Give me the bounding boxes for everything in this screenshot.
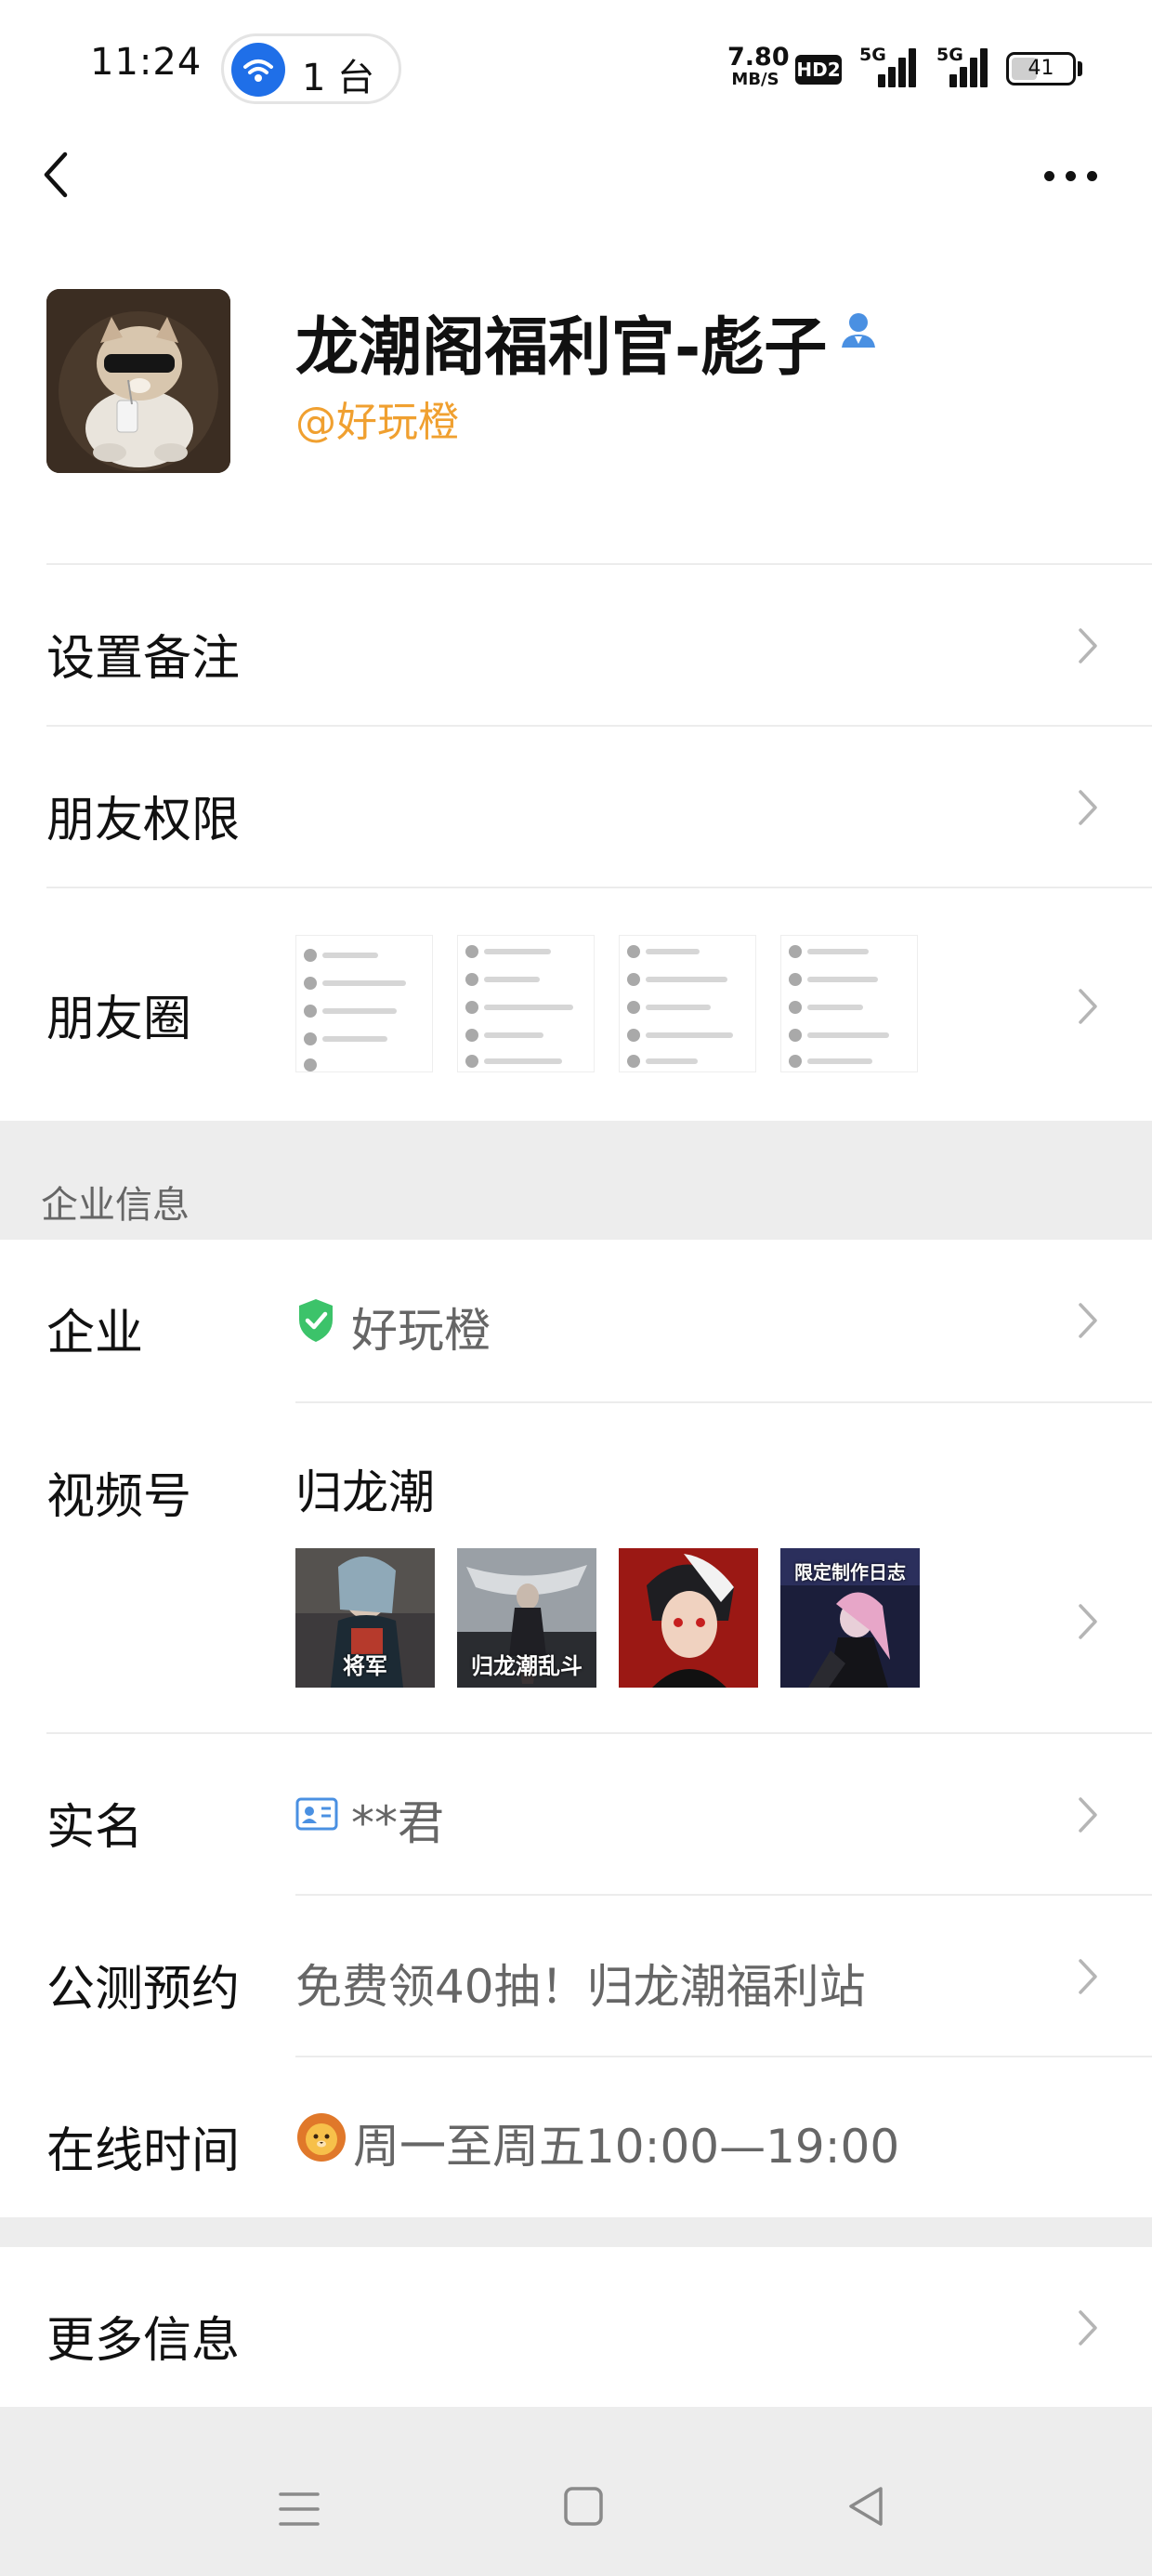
realname-label: 实名	[46, 1800, 144, 1856]
friend-permissions-label: 朋友权限	[46, 793, 241, 848]
moments-row[interactable]: 朋友圈	[0, 888, 1152, 1121]
channel-video-thumbnail[interactable]: 归龙潮乱斗	[457, 1548, 596, 1688]
lion-emoji-icon	[297, 2113, 346, 2162]
chevron-right-icon	[1079, 1959, 1097, 1994]
hotspot-count: 1 台	[302, 57, 375, 99]
more-options-button[interactable]	[1039, 156, 1104, 193]
channel-video-thumbnail[interactable]: 限定制作日志	[780, 1548, 920, 1688]
net-speed-value: 7.80	[727, 43, 790, 72]
channels-row[interactable]: 视频号 归龙潮 将军 归龙潮乱斗 限定制作日志	[0, 1403, 1152, 1732]
chevron-right-icon	[1079, 1797, 1097, 1833]
verified-shield-icon	[299, 1299, 333, 1342]
company-label: 企业	[46, 1306, 144, 1361]
online-time-value: 周一至周五10:00—19:00	[353, 2120, 900, 2174]
hotspot-pill[interactable]: 1 台	[221, 33, 401, 104]
contact-profile-page: 11:24 1 台 7.80 MB/S HD2 5G 5G 41 龙潮阁福利官-…	[0, 0, 1152, 2576]
company-value: 好玩橙	[351, 1304, 491, 1358]
status-time: 11:24	[90, 41, 203, 84]
chevron-right-icon	[1079, 1604, 1097, 1639]
battery-level: 41	[1028, 57, 1054, 80]
person-verified-icon	[834, 307, 883, 355]
battery-tip	[1078, 61, 1082, 76]
set-remark-label: 设置备注	[46, 631, 241, 687]
preorder-value: 免费领40抽！归龙潮福利站	[295, 1960, 866, 2014]
online-time-row: 在线时间 周一至周五10:00—19:00	[0, 2057, 1152, 2217]
signal-1-tag: 5G	[859, 45, 886, 65]
contact-handle[interactable]: @好玩橙	[295, 388, 459, 448]
moments-thumbnail	[619, 935, 756, 1072]
avatar[interactable]	[46, 289, 230, 473]
preorder-label: 公测预约	[46, 1962, 241, 2017]
more-info-row[interactable]: 更多信息	[0, 2247, 1152, 2407]
chevron-right-icon	[1079, 628, 1097, 664]
realname-value: **君	[351, 1796, 444, 1850]
section-spacer	[0, 2407, 1152, 2435]
section-spacer	[0, 2217, 1152, 2247]
realname-row[interactable]: 实名 **君	[0, 1734, 1152, 1894]
more-dots-icon	[1044, 171, 1054, 181]
menu-icon[interactable]	[277, 2489, 321, 2530]
chevron-left-icon	[44, 151, 68, 198]
avatar-image	[46, 289, 230, 473]
channel-video-thumbnail[interactable]	[619, 1548, 758, 1688]
home-icon[interactable]	[563, 2486, 604, 2527]
moments-label: 朋友圈	[46, 992, 192, 1047]
chevron-right-icon	[1079, 2310, 1097, 2346]
back-button[interactable]	[35, 147, 82, 203]
moments-thumbnail	[295, 935, 433, 1072]
signal-2-tag: 5G	[936, 45, 963, 65]
signal-2-icon: 5G	[929, 45, 988, 87]
online-time-label: 在线时间	[46, 2123, 241, 2179]
moments-thumbnail	[780, 935, 918, 1072]
channels-value: 归龙潮	[295, 1465, 435, 1519]
preorder-row[interactable]: 公测预约 免费领40抽！归龙潮福利站	[0, 1896, 1152, 2056]
enterprise-section-title: 企业信息	[41, 1184, 190, 1227]
chevron-right-icon	[1079, 1303, 1097, 1338]
back-triangle-icon[interactable]	[844, 2483, 888, 2530]
id-card-icon	[295, 1797, 338, 1831]
hd-voice-badge: HD2	[795, 55, 842, 85]
signal-1-icon: 5G	[859, 45, 916, 87]
chevron-right-icon	[1079, 790, 1097, 825]
battery-icon: 41	[1006, 52, 1076, 85]
hotspot-icon	[231, 43, 285, 97]
channels-label: 视频号	[46, 1469, 192, 1525]
video-caption: 将军	[343, 1652, 387, 1679]
company-row[interactable]: 企业 好玩橙	[0, 1240, 1152, 1401]
status-bar: 11:24 1 台 7.80 MB/S HD2 5G 5G 41	[0, 0, 1152, 139]
video-caption: 归龙潮乱斗	[471, 1652, 583, 1679]
net-speed: 7.80 MB/S	[727, 43, 790, 89]
contact-name: 龙潮阁福利官-彪子	[295, 311, 828, 385]
channel-video-thumbnail[interactable]: 将军	[295, 1548, 435, 1688]
chevron-right-icon	[1079, 989, 1097, 1024]
friend-permissions-row[interactable]: 朋友权限	[0, 727, 1152, 887]
more-info-label: 更多信息	[46, 2313, 241, 2369]
enterprise-section-header: 企业信息	[0, 1121, 1152, 1240]
net-speed-unit: MB/S	[731, 70, 779, 89]
video-caption: 限定制作日志	[794, 1561, 906, 1584]
set-remark-row[interactable]: 设置备注	[0, 565, 1152, 725]
moments-thumbnail	[457, 935, 595, 1072]
